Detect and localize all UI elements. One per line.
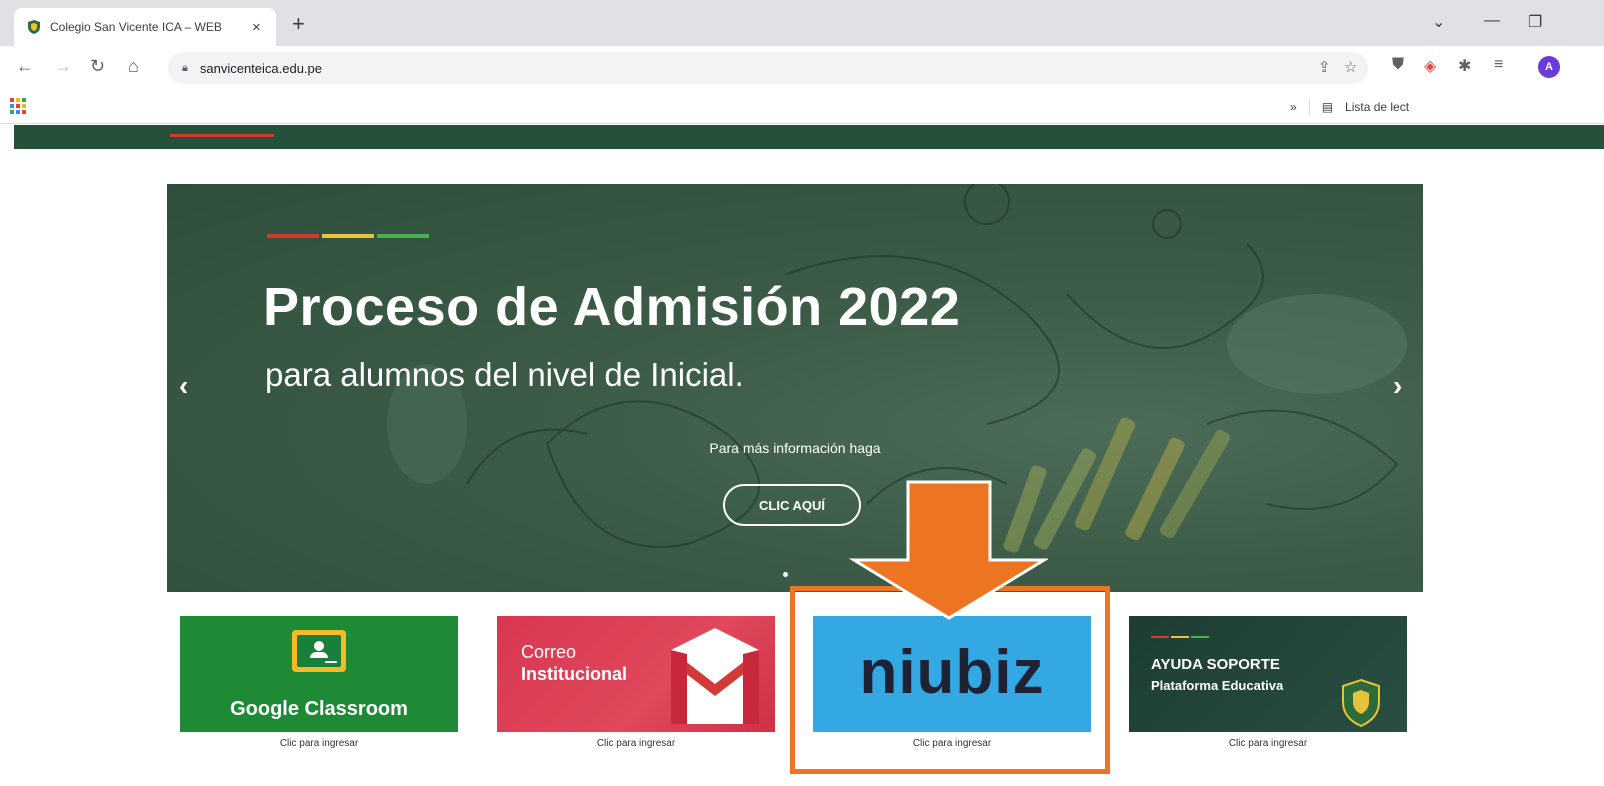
browser-tabstrip: Colegio San Vicente ICA – WEB × + ⌄ — ❐ bbox=[0, 0, 1604, 46]
bookmark-star-icon[interactable]: ☆ bbox=[1344, 58, 1357, 76]
nav-active-indicator bbox=[170, 134, 274, 137]
apps-grid-icon[interactable] bbox=[10, 98, 26, 114]
tab-title: Colegio San Vicente ICA – WEB bbox=[50, 20, 222, 34]
hero-subtitle: para alumnos del nivel de Inicial. bbox=[265, 356, 744, 393]
hero-color-stripes bbox=[267, 234, 429, 238]
correo-line2: Institucional bbox=[521, 664, 628, 684]
tab-close-icon[interactable]: × bbox=[252, 19, 261, 36]
reload-icon[interactable]: ↻ bbox=[90, 56, 105, 77]
extension-shield-icon[interactable]: ⛊ bbox=[1392, 56, 1404, 74]
extension-office-icon[interactable]: ◈ bbox=[1424, 56, 1436, 76]
support-line2: Plataforma Educativa bbox=[1151, 678, 1284, 693]
gmail-icon bbox=[671, 628, 759, 724]
bookmarks-overflow-icon[interactable]: » bbox=[1290, 100, 1297, 114]
support-line1: AYUDA SOPORTE bbox=[1151, 656, 1280, 673]
bookmarks-right: » ▤ Lista de lect bbox=[1290, 99, 1409, 115]
hero-info-text: Para más información haga bbox=[709, 440, 881, 456]
reading-queue-icon[interactable]: ≡ bbox=[1494, 56, 1503, 74]
support-color-stripes bbox=[1151, 636, 1209, 638]
tab-search-icon[interactable]: ⌄ bbox=[1432, 12, 1445, 32]
correo-line1: Correo bbox=[521, 642, 577, 662]
reading-list-label[interactable]: Lista de lect bbox=[1345, 100, 1409, 114]
google-classroom-title: Google Classroom bbox=[230, 698, 408, 720]
ayuda-soporte-caption[interactable]: Clic para ingresar bbox=[1129, 738, 1407, 749]
minimize-icon[interactable]: — bbox=[1484, 12, 1500, 30]
restore-icon[interactable]: ❐ bbox=[1528, 12, 1542, 32]
reading-list-icon[interactable]: ▤ bbox=[1322, 100, 1333, 114]
bookmarks-divider bbox=[1308, 99, 1310, 115]
lock-icon[interactable]: 🔒︎ bbox=[182, 62, 188, 75]
site-nav-bar bbox=[14, 125, 1604, 149]
hero-carousel: Proceso de Admisión 2022 para alumnos de… bbox=[167, 184, 1423, 592]
bookmarks-bar: » ▤ Lista de lect bbox=[0, 90, 1604, 124]
shield-favicon-icon bbox=[28, 20, 40, 34]
url-text[interactable]: sanvicenteica.edu.pe bbox=[200, 61, 322, 76]
correo-caption[interactable]: Clic para ingresar bbox=[497, 738, 775, 749]
back-icon[interactable]: ← bbox=[16, 56, 34, 77]
classroom-icon bbox=[292, 630, 346, 672]
new-tab-icon[interactable]: + bbox=[292, 13, 305, 35]
share-icon[interactable]: ⇪ bbox=[1318, 58, 1331, 76]
ayuda-soporte-card[interactable]: AYUDA SOPORTE Plataforma Educativa bbox=[1129, 616, 1407, 732]
address-bar[interactable]: 🔒︎ sanvicenteica.edu.pe ⇪ ☆ bbox=[168, 52, 1368, 84]
correo-institucional-card[interactable]: Correo Institucional bbox=[497, 616, 775, 732]
google-classroom-caption[interactable]: Clic para ingresar bbox=[180, 738, 458, 749]
google-classroom-card[interactable]: Google Classroom bbox=[180, 616, 458, 732]
profile-avatar[interactable]: A bbox=[1538, 56, 1560, 78]
carousel-dot[interactable] bbox=[783, 572, 788, 577]
hero-title: Proceso de Admisión 2022 bbox=[263, 277, 961, 337]
forward-icon[interactable]: → bbox=[54, 56, 72, 77]
carousel-next-icon[interactable]: › bbox=[1393, 370, 1402, 402]
hero-cta-button[interactable]: CLIC AQUÍ bbox=[723, 484, 861, 526]
extensions-puzzle-icon[interactable]: ✱ bbox=[1458, 56, 1471, 76]
carousel-prev-icon[interactable]: ‹ bbox=[179, 370, 188, 402]
home-icon[interactable]: ⌂ bbox=[128, 56, 139, 77]
school-shield-icon bbox=[1342, 678, 1380, 728]
browser-tab[interactable]: Colegio San Vicente ICA – WEB × bbox=[14, 8, 276, 46]
callout-down-arrow-icon bbox=[848, 480, 1048, 620]
browser-toolbar: ← → ↻ ⌂ 🔒︎ sanvicenteica.edu.pe ⇪ ☆ ⛊ ◈ … bbox=[0, 46, 1604, 90]
